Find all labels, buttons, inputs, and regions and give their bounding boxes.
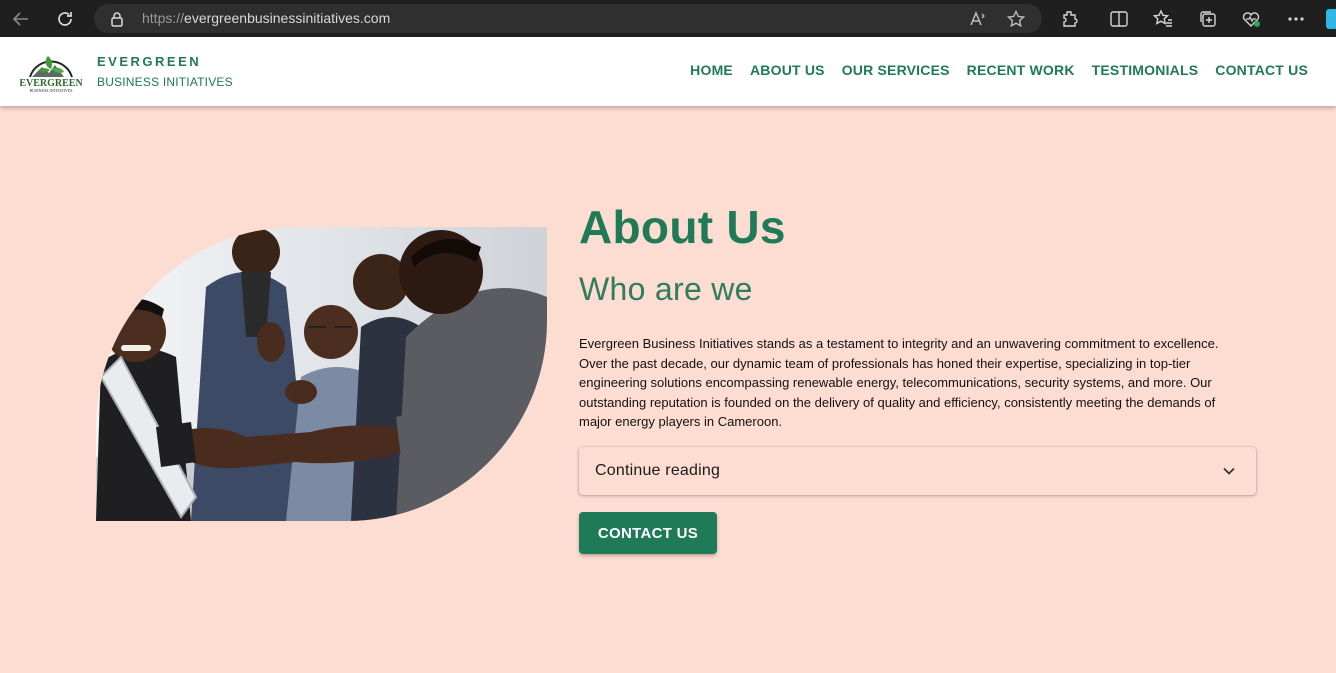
evergreen-logo[interactable]: EVERGREEN BUSINESS INITIATIVES [19,49,83,93]
copilot-icon[interactable] [1326,9,1336,29]
nav-home[interactable]: HOME [690,62,733,78]
nav-testimonials[interactable]: TESTIMONIALS [1092,62,1199,78]
brand-block[interactable]: EVERGREEN BUSINESS INITIATIVES [97,54,233,89]
brand-subtitle: BUSINESS INITIATIVES [97,75,233,89]
logo-subtext: BUSINESS INITIATIVES [30,88,73,93]
about-body-text: Evergreen Business Initiatives stands as… [579,336,1219,430]
nav-about-us[interactable]: ABOUT US [750,62,825,78]
about-title: About Us [579,201,786,253]
read-aloud-icon[interactable] [968,9,988,29]
nav-our-services[interactable]: OUR SERVICES [842,62,950,78]
main-nav: HOME ABOUT US OUR SERVICES RECENT WORK T… [690,62,1308,78]
site-header: EVERGREEN BUSINESS INITIATIVES EVERGREEN… [0,37,1336,106]
more-icon[interactable] [1285,8,1307,30]
lock-icon[interactable] [110,11,124,32]
browser-toolbar: https://evergreenbusinessinitiatives.com [0,0,1336,37]
collections-icon[interactable] [1197,8,1219,30]
chevron-down-icon[interactable] [1222,464,1236,483]
nav-contact-us[interactable]: CONTACT US [1215,62,1308,78]
about-hero-image [96,227,547,521]
url-text[interactable]: https://evergreenbusinessinitiatives.com [142,10,390,26]
nav-recent-work[interactable]: RECENT WORK [967,62,1075,78]
accordion-label: Continue reading [595,462,721,479]
address-bar[interactable]: https://evergreenbusinessinitiatives.com [94,4,1042,33]
refresh-icon[interactable] [52,6,78,32]
favorite-star-icon[interactable] [1006,9,1026,29]
about-subtitle: Who are we [579,271,753,307]
split-screen-icon[interactable] [1108,8,1130,30]
favorites-icon[interactable] [1152,8,1174,30]
back-arrow-icon[interactable] [8,6,34,32]
contact-us-button[interactable]: CONTACT US [579,512,717,554]
brand-name: EVERGREEN [97,54,202,69]
extensions-icon[interactable] [1059,8,1081,30]
continue-reading-accordion[interactable]: Continue reading [579,447,1256,495]
browser-essentials-icon[interactable] [1240,8,1262,30]
